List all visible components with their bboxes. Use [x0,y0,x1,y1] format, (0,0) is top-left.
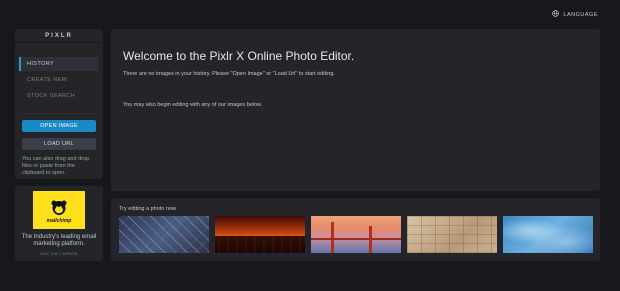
mailchimp-logo[interactable]: mailchimp [33,191,85,229]
sidebar-item-create-new[interactable]: CREATE NEW [19,73,99,87]
sample-photo-old-pages[interactable] [407,216,497,253]
sample-photo-city-aerial[interactable] [119,216,209,253]
top-bar: LANGUAGE [0,0,620,28]
bridge-deck [311,238,401,240]
ad-via-carbon[interactable]: ADS VIA CARBON [15,252,103,256]
sample-photo-golden-gate-bridge[interactable] [311,216,401,253]
carbon-ad[interactable]: mailchimp The Industry's leading email m… [15,186,103,261]
history-panel: Welcome to the Pixlr X Online Photo Edit… [111,29,600,191]
begin-editing-message: You may also begin editing with any of o… [123,102,263,108]
globe-icon [552,10,560,19]
language-label: LANGUAGE [563,11,598,18]
sidebar-item-stock-search[interactable]: STOCK SEARCH [19,89,99,103]
sidebar-nav: HISTORY CREATE NEW STOCK SEARCH [15,43,103,103]
no-history-message: There are no images in your history. Ple… [123,71,335,77]
page-title: Welcome to the Pixlr X Online Photo Edit… [123,49,355,63]
sidebar: PIXLR HISTORY CREATE NEW STOCK SEARCH OP… [15,29,103,179]
ad-brand: mailchimp [46,217,72,224]
ad-text[interactable]: The Industry's leading email marketing p… [19,234,99,248]
sample-photo-sunset-crowd[interactable] [215,216,305,253]
language-selector[interactable]: LANGUAGE [552,10,598,19]
open-image-button[interactable]: OPEN IMAGE [22,120,96,132]
sample-photo-blue-water[interactable] [503,216,593,253]
sample-photos-panel: Try editing a photo now [111,198,600,261]
sample-photo-list [119,216,593,253]
app-logo: PIXLR [15,29,103,43]
sidebar-divider [22,113,96,114]
load-url-button[interactable]: LOAD URL [22,138,96,150]
sidebar-item-history[interactable]: HISTORY [19,57,99,71]
mailchimp-freddie-icon [51,200,67,215]
sample-photos-title: Try editing a photo now [119,206,176,212]
drag-drop-hint: You can also drag and drop files or past… [22,156,90,176]
